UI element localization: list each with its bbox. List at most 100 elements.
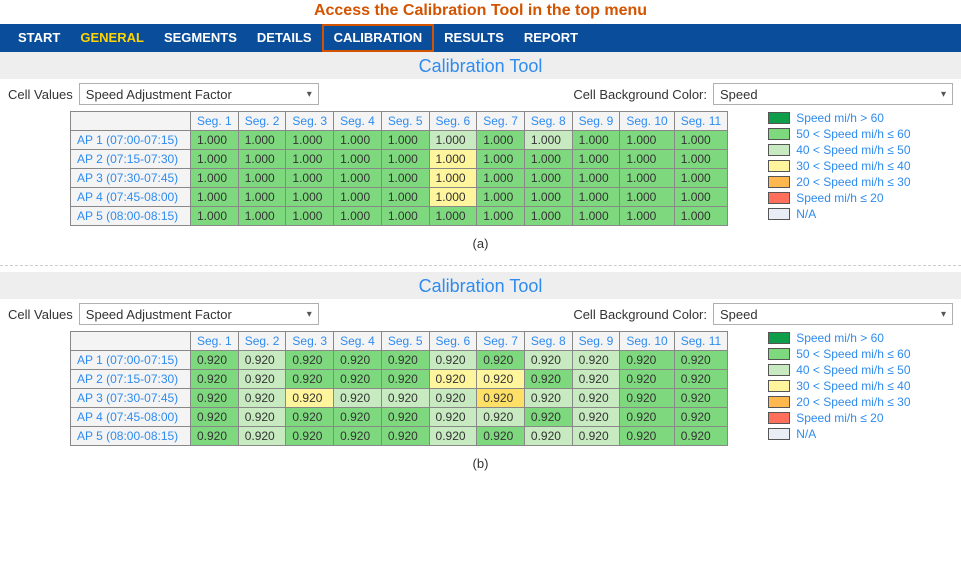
grid-cell[interactable]: 0.920 xyxy=(572,351,620,370)
grid-cell[interactable]: 1.000 xyxy=(572,131,620,150)
grid-cell[interactable]: 1.000 xyxy=(477,150,525,169)
grid-cell[interactable]: 1.000 xyxy=(429,150,477,169)
grid-cell[interactable]: 1.000 xyxy=(674,188,727,207)
grid-cell[interactable]: 0.920 xyxy=(620,408,674,427)
grid-cell[interactable]: 1.000 xyxy=(286,188,334,207)
grid-cell[interactable]: 0.920 xyxy=(191,351,239,370)
grid-cell[interactable]: 0.920 xyxy=(572,408,620,427)
grid-cell[interactable]: 0.920 xyxy=(381,427,429,446)
grid-cell[interactable]: 0.920 xyxy=(286,408,334,427)
grid-cell[interactable]: 0.920 xyxy=(286,389,334,408)
grid-cell[interactable]: 0.920 xyxy=(429,389,477,408)
grid-cell[interactable]: 1.000 xyxy=(238,188,286,207)
grid-cell[interactable]: 1.000 xyxy=(524,131,572,150)
grid-cell[interactable]: 1.000 xyxy=(334,150,382,169)
grid-cell[interactable]: 1.000 xyxy=(429,188,477,207)
tab-report[interactable]: REPORT xyxy=(514,24,588,52)
grid-cell[interactable]: 0.920 xyxy=(429,351,477,370)
bg-color-combo[interactable]: Speed ▾ xyxy=(713,83,953,105)
grid-cell[interactable]: 1.000 xyxy=(620,188,674,207)
grid-cell[interactable]: 0.920 xyxy=(477,427,525,446)
tab-results[interactable]: RESULTS xyxy=(434,24,514,52)
grid-cell[interactable]: 1.000 xyxy=(381,188,429,207)
grid-cell[interactable]: 1.000 xyxy=(381,131,429,150)
grid-cell[interactable]: 1.000 xyxy=(477,188,525,207)
grid-cell[interactable]: 1.000 xyxy=(334,131,382,150)
grid-cell[interactable]: 1.000 xyxy=(572,188,620,207)
grid-cell[interactable]: 1.000 xyxy=(429,169,477,188)
grid-cell[interactable]: 0.920 xyxy=(191,370,239,389)
grid-cell[interactable]: 1.000 xyxy=(238,131,286,150)
grid-cell[interactable]: 0.920 xyxy=(674,389,727,408)
grid-cell[interactable]: 0.920 xyxy=(381,408,429,427)
grid-cell[interactable]: 0.920 xyxy=(381,370,429,389)
grid-cell[interactable]: 1.000 xyxy=(524,188,572,207)
grid-cell[interactable]: 0.920 xyxy=(524,389,572,408)
grid-cell[interactable]: 1.000 xyxy=(620,169,674,188)
grid-cell[interactable]: 1.000 xyxy=(191,131,239,150)
grid-cell[interactable]: 1.000 xyxy=(674,131,727,150)
grid-cell[interactable]: 0.920 xyxy=(674,427,727,446)
grid-cell[interactable]: 0.920 xyxy=(572,427,620,446)
grid-cell[interactable]: 0.920 xyxy=(524,427,572,446)
grid-cell[interactable]: 0.920 xyxy=(524,351,572,370)
grid-cell[interactable]: 0.920 xyxy=(191,408,239,427)
grid-cell[interactable]: 1.000 xyxy=(381,207,429,226)
grid-cell[interactable]: 0.920 xyxy=(334,351,382,370)
grid-cell[interactable]: 0.920 xyxy=(429,408,477,427)
grid-cell[interactable]: 0.920 xyxy=(238,389,286,408)
grid-cell[interactable]: 1.000 xyxy=(334,169,382,188)
grid-cell[interactable]: 1.000 xyxy=(334,207,382,226)
grid-cell[interactable]: 0.920 xyxy=(381,351,429,370)
grid-cell[interactable]: 0.920 xyxy=(429,427,477,446)
grid-cell[interactable]: 0.920 xyxy=(620,389,674,408)
grid-cell[interactable]: 0.920 xyxy=(286,427,334,446)
grid-cell[interactable]: 0.920 xyxy=(429,370,477,389)
tab-general[interactable]: GENERAL xyxy=(70,24,154,52)
grid-cell[interactable]: 1.000 xyxy=(286,150,334,169)
grid-cell[interactable]: 0.920 xyxy=(334,408,382,427)
grid-cell[interactable]: 1.000 xyxy=(286,169,334,188)
grid-cell[interactable]: 0.920 xyxy=(238,351,286,370)
grid-cell[interactable]: 1.000 xyxy=(572,150,620,169)
grid-cell[interactable]: 1.000 xyxy=(286,131,334,150)
grid-cell[interactable]: 1.000 xyxy=(191,207,239,226)
grid-cell[interactable]: 0.920 xyxy=(238,408,286,427)
grid-cell[interactable]: 1.000 xyxy=(524,169,572,188)
grid-cell[interactable]: 0.920 xyxy=(334,389,382,408)
grid-cell[interactable]: 1.000 xyxy=(191,188,239,207)
grid-cell[interactable]: 1.000 xyxy=(286,207,334,226)
tab-segments[interactable]: SEGMENTS xyxy=(154,24,247,52)
grid-cell[interactable]: 1.000 xyxy=(572,169,620,188)
grid-cell[interactable]: 1.000 xyxy=(572,207,620,226)
grid-cell[interactable]: 0.920 xyxy=(191,427,239,446)
grid-cell[interactable]: 1.000 xyxy=(524,207,572,226)
grid-cell[interactable]: 0.920 xyxy=(477,351,525,370)
grid-cell[interactable]: 0.920 xyxy=(674,370,727,389)
grid-cell[interactable]: 1.000 xyxy=(674,169,727,188)
grid-cell[interactable]: 1.000 xyxy=(477,131,525,150)
grid-cell[interactable]: 0.920 xyxy=(238,427,286,446)
grid-cell[interactable]: 0.920 xyxy=(477,370,525,389)
grid-cell[interactable]: 1.000 xyxy=(620,131,674,150)
grid-cell[interactable]: 0.920 xyxy=(334,427,382,446)
tab-calibration[interactable]: CALIBRATION xyxy=(322,24,435,52)
grid-cell[interactable]: 0.920 xyxy=(524,408,572,427)
grid-cell[interactable]: 1.000 xyxy=(429,207,477,226)
bg-color-combo[interactable]: Speed ▾ xyxy=(713,303,953,325)
grid-cell[interactable]: 0.920 xyxy=(286,370,334,389)
grid-cell[interactable]: 0.920 xyxy=(381,389,429,408)
grid-cell[interactable]: 1.000 xyxy=(238,169,286,188)
grid-cell[interactable]: 0.920 xyxy=(620,351,674,370)
grid-cell[interactable]: 0.920 xyxy=(620,427,674,446)
tab-start[interactable]: START xyxy=(8,24,70,52)
grid-cell[interactable]: 0.920 xyxy=(524,370,572,389)
grid-cell[interactable]: 0.920 xyxy=(477,408,525,427)
cell-values-combo[interactable]: Speed Adjustment Factor ▾ xyxy=(79,303,319,325)
tab-details[interactable]: DETAILS xyxy=(247,24,322,52)
grid-cell[interactable]: 0.920 xyxy=(334,370,382,389)
grid-cell[interactable]: 1.000 xyxy=(334,188,382,207)
grid-cell[interactable]: 1.000 xyxy=(620,150,674,169)
grid-cell[interactable]: 1.000 xyxy=(524,150,572,169)
grid-cell[interactable]: 0.920 xyxy=(674,351,727,370)
